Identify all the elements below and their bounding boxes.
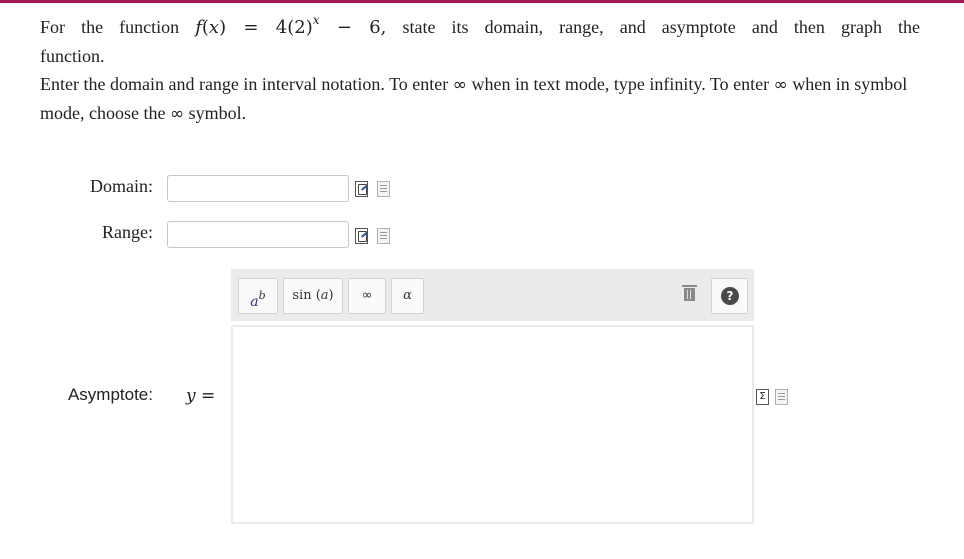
preview-icon[interactable] [377,181,390,197]
function-arg: x [208,17,220,38]
infinity-symbol: ∞ [169,104,185,124]
help-icon: ? [721,287,739,305]
instructions-part-2: when in text mode, type infinity. To ent… [471,74,770,94]
instructions-part-4: symbol. [188,103,247,123]
range-label: Range: [102,222,153,242]
function-f: f [195,17,202,38]
question-intro: For the function [40,17,180,37]
alpha-button[interactable]: α [391,278,424,314]
instructions-part-1: Enter the domain and range in interval n… [40,74,449,94]
trash-icon [682,285,697,301]
question-text: For the function f(x) = 4(2)x − 6, state… [40,6,920,70]
domain-label: Domain: [90,176,153,196]
infinity-symbol: ∞ [452,75,467,95]
instructions: Enter the domain and range in interval n… [40,70,920,128]
preview-icon[interactable] [377,228,390,244]
asymptote-equals: = [195,386,216,406]
math-editor-toolbar: ab sin (a) ∞ α ? [231,269,754,321]
infinity-symbol: ∞ [773,75,788,95]
power-base: a [250,294,259,310]
equation-editor-icon[interactable] [355,181,368,197]
accent-bar [0,0,964,3]
domain-input[interactable] [167,175,349,202]
function-exponent: x [312,13,320,27]
clear-button[interactable] [672,278,707,314]
question-rest: state its domain, range, and asymptote a… [402,17,921,37]
question-line-1: For the function f(x) = 4(2)x − 6, state… [40,6,920,42]
asymptote-variable: y [186,386,196,406]
sin-button[interactable]: sin (a) [283,278,343,314]
infinity-button[interactable]: ∞ [348,278,386,314]
page: For the function f(x) = 4(2)x − 6, state… [0,0,964,559]
asymptote-math-input[interactable] [231,325,754,524]
power-exponent: b [258,289,266,302]
asymptote-y-equals: y = [186,386,215,406]
equals-sign: = [226,17,276,38]
asymptote-label: Asymptote: [67,385,153,404]
sin-arg: a [320,288,329,303]
range-input[interactable] [167,221,349,248]
equation-editor-icon[interactable] [355,228,368,244]
preview-icon[interactable] [775,389,788,405]
sin-label: sin [292,288,316,303]
paren-open: ( [201,17,209,38]
help-button[interactable]: ? [711,278,748,314]
function-constant: − 6, [319,17,387,38]
power-button[interactable]: ab [238,278,278,314]
function-base: 4(2) [275,17,313,38]
sigma-editor-icon[interactable]: Σ [756,389,769,405]
question-line-2: function. [40,46,105,66]
